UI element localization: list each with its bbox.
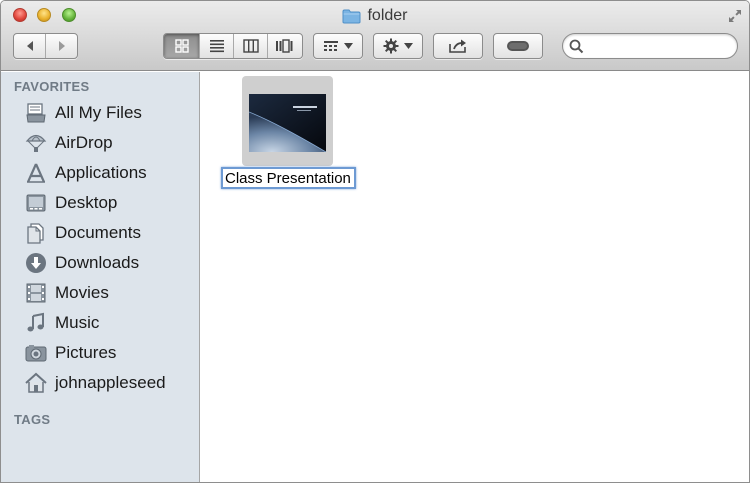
- applications-icon: [26, 163, 46, 183]
- tag-pill-icon: [507, 41, 529, 51]
- coverflow-view-button[interactable]: [267, 34, 302, 58]
- sidebar-item-desktop[interactable]: Desktop: [1, 188, 199, 218]
- arrange-icon: [324, 41, 338, 51]
- list-view-button[interactable]: [199, 34, 233, 58]
- favorites-section-header: FAVORITES: [14, 79, 90, 94]
- icon-view-icon: [174, 39, 189, 53]
- view-mode-control: [163, 33, 303, 59]
- all-files-icon: [26, 103, 46, 123]
- action-button[interactable]: [373, 33, 423, 59]
- sidebar-item-label: All My Files: [55, 103, 142, 122]
- coverflow-view-icon: [276, 39, 293, 53]
- sidebar-item-pictures[interactable]: Pictures: [1, 338, 199, 368]
- gear-icon: [383, 38, 399, 54]
- forward-button[interactable]: [45, 34, 77, 58]
- window-title-area: folder: [1, 6, 749, 26]
- music-icon: [27, 312, 44, 332]
- column-view-icon: [242, 39, 259, 53]
- finder-window: folder FAVORITES All My Files AirDrop Ap…: [0, 0, 750, 483]
- sidebar-item-movies[interactable]: Movies: [1, 278, 199, 308]
- column-view-button[interactable]: [233, 34, 267, 58]
- file-browser-content: [201, 72, 749, 482]
- back-arrow-icon: [26, 41, 33, 51]
- sidebar-item-label: Pictures: [55, 343, 117, 362]
- sidebar-item-label: Applications: [55, 163, 147, 182]
- back-forward-control: [13, 33, 78, 59]
- pictures-icon: [25, 345, 47, 362]
- folder-icon: [342, 9, 361, 23]
- sidebar-item-music[interactable]: Music: [1, 308, 199, 338]
- chevron-down-icon: [404, 43, 413, 49]
- forward-arrow-icon: [58, 41, 65, 51]
- titlebar: folder: [1, 1, 749, 71]
- search-icon: [569, 39, 584, 54]
- sidebar-item-johnappleseed[interactable]: johnappleseed: [1, 368, 199, 398]
- edit-tags-button[interactable]: [493, 33, 543, 59]
- airdrop-icon: [25, 134, 47, 152]
- sidebar-item-label: Music: [55, 313, 100, 332]
- sidebar-item-airdrop[interactable]: AirDrop: [1, 128, 199, 158]
- sidebar-item-all-my-files[interactable]: All My Files: [1, 98, 199, 128]
- list-view-icon: [209, 40, 224, 53]
- share-button[interactable]: [433, 33, 483, 59]
- presentation-thumbnail[interactable]: [249, 94, 326, 152]
- search-input[interactable]: [587, 37, 732, 55]
- sidebar-item-downloads[interactable]: Downloads: [1, 248, 199, 278]
- downloads-icon: [26, 253, 46, 273]
- sidebar-item-label: Desktop: [55, 193, 118, 212]
- fullscreen-icon[interactable]: [727, 8, 743, 24]
- sidebar-item-label: johnappleseed: [55, 373, 166, 392]
- filename-rename-field[interactable]: [221, 167, 356, 189]
- documents-icon: [27, 223, 44, 244]
- window-title: folder: [367, 7, 408, 24]
- sidebar-item-label: Documents: [55, 223, 141, 242]
- sidebar-item-label: Movies: [55, 283, 109, 302]
- sidebar-item-applications[interactable]: Applications: [1, 158, 199, 188]
- icon-view-button[interactable]: [164, 34, 199, 58]
- back-button[interactable]: [14, 34, 45, 58]
- sidebar: FAVORITES All My Files AirDrop Applicati…: [1, 72, 200, 482]
- sidebar-item-label: AirDrop: [55, 133, 113, 152]
- arrange-button[interactable]: [313, 33, 363, 59]
- share-icon: [449, 39, 466, 53]
- sidebar-item-label: Downloads: [55, 253, 140, 272]
- movies-icon: [26, 283, 46, 303]
- tags-section-header: TAGS: [14, 412, 51, 427]
- chevron-down-icon: [344, 43, 353, 49]
- desktop-icon: [26, 194, 46, 212]
- home-icon: [25, 372, 47, 393]
- search-field[interactable]: [562, 33, 738, 59]
- sidebar-item-documents[interactable]: Documents: [1, 218, 199, 248]
